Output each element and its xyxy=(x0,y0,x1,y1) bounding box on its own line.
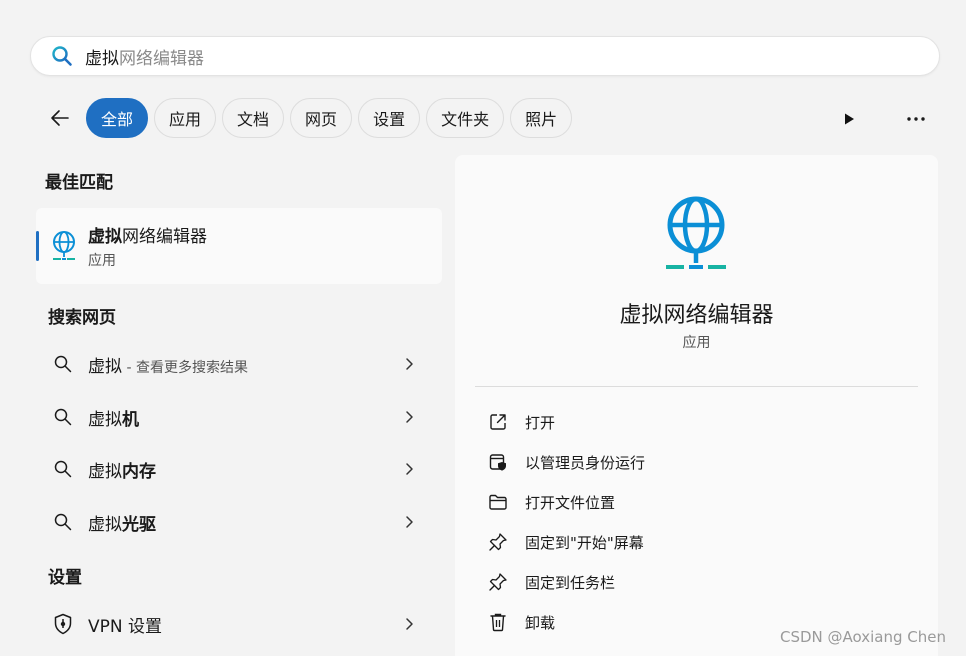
globe-network-icon xyxy=(666,196,726,269)
query-completion: 光驱 xyxy=(122,514,156,535)
tab-label: 全部 xyxy=(101,110,134,129)
admin-shield-icon xyxy=(487,451,509,473)
search-icon xyxy=(51,45,73,67)
search-box[interactable]: 虚拟网络编辑器 xyxy=(30,36,940,76)
action-label: 卸载 xyxy=(525,613,556,632)
back-arrow-icon xyxy=(51,110,69,126)
web-search-heading: 搜索网页 xyxy=(48,308,116,328)
web-search-result[interactable]: 虚拟机 xyxy=(36,395,442,439)
more-options-button[interactable] xyxy=(900,106,932,132)
detail-panel: 虚拟网络编辑器 应用 打开 以管理员身份运行 打开文件位置 固定到"开始"屏幕 … xyxy=(455,155,938,656)
more-tabs-play-button[interactable] xyxy=(836,106,862,132)
chevron-right-icon xyxy=(400,407,420,427)
open-external-icon xyxy=(487,411,509,433)
action-label: 打开文件位置 xyxy=(525,493,616,512)
search-icon xyxy=(52,406,74,428)
query-prefix: 虚拟 xyxy=(88,409,122,430)
tab-label: 应用 xyxy=(169,110,202,129)
shield-icon xyxy=(52,613,74,635)
action-label: 固定到任务栏 xyxy=(525,573,616,592)
best-match-title-rest: 网络编辑器 xyxy=(122,227,207,247)
watermark: CSDN @Aoxiang Chen xyxy=(780,628,946,646)
search-icon xyxy=(52,353,74,375)
web-search-label: 虚拟机 xyxy=(88,405,400,430)
action-pin-to-taskbar[interactable]: 固定到任务栏 xyxy=(479,564,915,600)
action-label: 以管理员身份运行 xyxy=(525,453,646,472)
query-prefix: 虚拟 xyxy=(88,461,122,482)
tab-label: 文档 xyxy=(237,110,270,129)
best-match-title-bold: 虚拟 xyxy=(88,227,122,247)
best-match-heading: 最佳匹配 xyxy=(45,173,113,193)
tab-web[interactable]: 网页 xyxy=(290,98,353,138)
settings-heading: 设置 xyxy=(48,568,82,588)
globe-network-icon xyxy=(53,231,75,260)
ellipsis-icon xyxy=(907,117,925,121)
tab-apps[interactable]: 应用 xyxy=(154,98,217,138)
query-completion: 机 xyxy=(122,409,139,430)
best-match-title: 虚拟网络编辑器 xyxy=(88,222,207,247)
tab-label: 网页 xyxy=(305,110,338,129)
web-search-result[interactable]: 虚拟光驱 xyxy=(36,500,442,544)
tab-all[interactable]: 全部 xyxy=(86,98,149,138)
query-prefix: 虚拟 xyxy=(88,514,122,535)
chevron-right-icon xyxy=(400,354,420,374)
chevron-right-icon xyxy=(400,614,420,634)
action-run-as-admin[interactable]: 以管理员身份运行 xyxy=(479,444,915,480)
chevron-right-icon xyxy=(400,512,420,532)
tab-folders[interactable]: 文件夹 xyxy=(426,98,505,138)
search-icon xyxy=(52,458,74,480)
action-open-file-location[interactable]: 打开文件位置 xyxy=(479,484,915,520)
folder-icon xyxy=(487,491,509,513)
query-completion: 内存 xyxy=(122,461,156,482)
detail-app-name: 虚拟网络编辑器 xyxy=(619,303,774,328)
search-icon xyxy=(52,511,74,533)
detail-app-type: 应用 xyxy=(682,335,711,351)
query-hint: - 查看更多搜索结果 xyxy=(122,359,248,376)
web-search-label: 虚拟光驱 xyxy=(88,510,400,535)
search-input[interactable]: 虚拟网络编辑器 xyxy=(85,44,204,69)
web-search-label: 虚拟 - 查看更多搜索结果 xyxy=(88,352,400,377)
play-icon xyxy=(845,113,854,125)
tab-documents[interactable]: 文档 xyxy=(222,98,285,138)
tab-label: 照片 xyxy=(525,110,558,129)
tab-label: 设置 xyxy=(373,110,406,129)
pin-icon xyxy=(487,571,509,593)
web-search-result[interactable]: 虚拟内存 xyxy=(36,447,442,491)
tab-label: 文件夹 xyxy=(441,110,490,129)
action-pin-to-start[interactable]: 固定到"开始"屏幕 xyxy=(479,524,915,560)
search-typed-text: 虚拟 xyxy=(85,48,119,69)
search-suggestion-text: 网络编辑器 xyxy=(119,48,204,69)
detail-divider xyxy=(475,386,918,387)
best-match-subtitle: 应用 xyxy=(88,253,116,269)
web-search-result[interactable]: 虚拟 - 查看更多搜索结果 xyxy=(36,342,442,386)
settings-result-vpn[interactable]: VPN 设置 xyxy=(36,602,442,646)
best-match-result[interactable]: 虚拟网络编辑器 应用 xyxy=(36,208,442,284)
tab-photos[interactable]: 照片 xyxy=(510,98,573,138)
action-open[interactable]: 打开 xyxy=(479,404,915,440)
selection-indicator xyxy=(36,231,39,261)
web-search-label: 虚拟内存 xyxy=(88,457,400,482)
tab-settings[interactable]: 设置 xyxy=(358,98,421,138)
back-button[interactable] xyxy=(40,98,80,138)
action-label: 固定到"开始"屏幕 xyxy=(525,533,644,552)
pin-icon xyxy=(487,531,509,553)
trash-icon xyxy=(487,611,509,633)
query-prefix: 虚拟 xyxy=(88,356,122,377)
filter-tabs: 全部 应用 文档 网页 设置 文件夹 照片 xyxy=(40,98,578,138)
chevron-right-icon xyxy=(400,459,420,479)
settings-item-label: VPN 设置 xyxy=(88,616,163,637)
action-label: 打开 xyxy=(525,413,556,432)
